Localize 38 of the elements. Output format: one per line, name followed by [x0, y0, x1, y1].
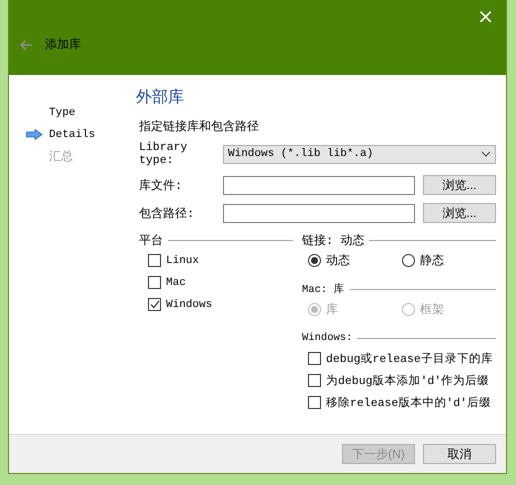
- page-subtitle: 指定链接库和包含路径: [138, 118, 260, 135]
- browse-button[interactable]: 浏览...: [423, 175, 496, 195]
- radio-label: 框架: [420, 302, 444, 318]
- checkbox[interactable]: [148, 298, 161, 311]
- checkbox[interactable]: [148, 254, 161, 267]
- field-label: Library type:: [139, 141, 188, 167]
- wizard-step: Details: [49, 128, 96, 140]
- field-label: 库文件:: [139, 178, 184, 194]
- radio-button[interactable]: [308, 254, 321, 267]
- window-title: 添加库: [45, 36, 81, 53]
- input-field[interactable]: [223, 204, 415, 222]
- section-title: 平台: [139, 232, 163, 248]
- browse-button[interactable]: 浏览...: [423, 203, 496, 223]
- page-heading: 外部库: [136, 88, 185, 108]
- radio-button[interactable]: [402, 254, 415, 267]
- checkbox-label: Linux: [166, 254, 200, 266]
- checkbox[interactable]: [308, 396, 321, 409]
- wizard-step: Type: [49, 106, 76, 118]
- checkbox-label: Mac: [166, 276, 186, 288]
- chevron-icon: [481, 151, 491, 157]
- checkbox-label: 移除release版本中的'd'后缀: [326, 396, 492, 410]
- radio-label: 动态: [326, 253, 350, 269]
- checkbox[interactable]: [308, 352, 321, 365]
- dialog-button[interactable]: 取消: [423, 444, 496, 464]
- field-label: 包含路径:: [139, 206, 196, 222]
- section-title: 链接: 动态: [302, 232, 364, 248]
- checkbox[interactable]: [148, 276, 161, 289]
- checkbox-label: 为debug版本添加'd'作为后缀: [326, 374, 490, 388]
- checkbox-label: debug或release子目录下的库: [326, 351, 493, 366]
- section-title: Mac: 库: [302, 282, 345, 296]
- radio-label: 静态: [420, 253, 444, 269]
- library-type-dropdown[interactable]: Windows (*.lib lib*.a): [223, 144, 496, 164]
- radio-label: 库: [326, 302, 338, 318]
- checkbox[interactable]: [308, 374, 321, 387]
- wizard-step: 汇总: [49, 148, 73, 165]
- input-field[interactable]: [223, 176, 415, 194]
- checkbox-label: Windows: [166, 298, 212, 310]
- section-title: Windows:: [302, 332, 352, 344]
